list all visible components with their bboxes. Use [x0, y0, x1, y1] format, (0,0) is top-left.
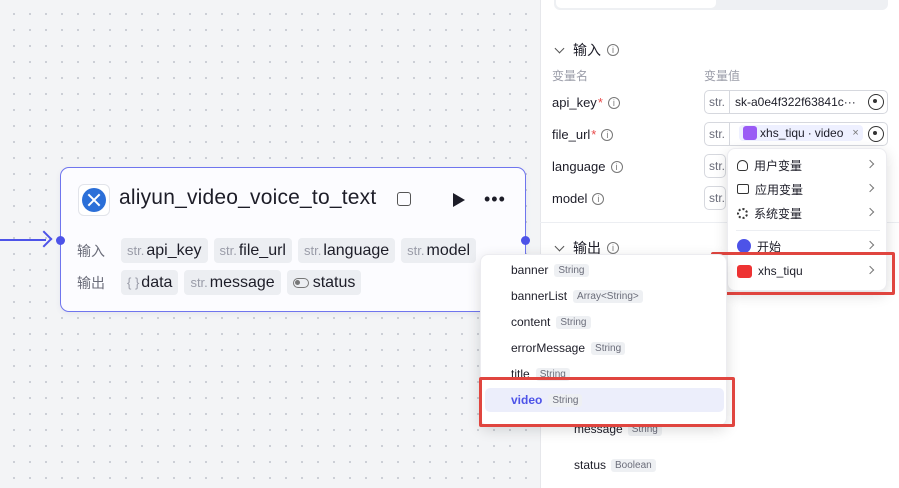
- plugin-logo: [78, 184, 110, 216]
- variable-ref-icon[interactable]: [868, 94, 884, 110]
- variable-ref-icon[interactable]: [868, 126, 884, 142]
- collapse-chevron-icon[interactable]: [554, 43, 565, 53]
- input-chip: str. model: [401, 238, 477, 263]
- field-item-banner[interactable]: banner String: [481, 258, 726, 282]
- input-chip: str. api_key: [121, 238, 208, 263]
- info-icon: i: [610, 160, 623, 173]
- variable-ref-chip[interactable]: xhs_tiqu · video ×: [739, 125, 863, 141]
- start-node-icon: [737, 239, 751, 253]
- info-icon: i: [607, 242, 619, 254]
- highlight-box: [711, 252, 895, 295]
- plugin-node-icon: [743, 126, 758, 140]
- collapse-chevron-icon[interactable]: [554, 241, 565, 251]
- info-icon: i: [607, 44, 619, 56]
- input-chip: str. language: [297, 238, 396, 263]
- node-outputs-row: 输出 { } data str. message status: [77, 270, 362, 295]
- field-item-errormessage[interactable]: errorMessage String: [481, 336, 726, 360]
- node-title: aliyun_video_voice_to_text: [119, 186, 377, 209]
- param-file-url: file_url * i: [552, 127, 614, 142]
- plugin-node[interactable]: aliyun_video_voice_to_text ••• 输入 str. ap…: [60, 167, 526, 312]
- output-chip: { } data: [121, 270, 179, 295]
- highlight-box: [479, 377, 735, 427]
- more-options-button[interactable]: •••: [484, 189, 506, 210]
- info-icon: i: [601, 128, 614, 141]
- api-key-value-field[interactable]: str. sk-a0e4f322f63841c···: [704, 90, 888, 114]
- info-icon: i: [607, 96, 620, 109]
- field-item-content[interactable]: content String: [481, 310, 726, 334]
- param-api-key: api_key * i: [552, 95, 620, 110]
- panel-tabs[interactable]: [554, 0, 888, 10]
- input-section-header[interactable]: 输入 i: [554, 40, 619, 60]
- language-value-field[interactable]: str.: [704, 154, 726, 178]
- model-value-field[interactable]: str.: [704, 186, 726, 210]
- node-inputs-row: 输入 str. api_key str. file_url str. language…: [77, 238, 477, 263]
- node-output-port[interactable]: [521, 236, 530, 245]
- gear-icon: [737, 207, 748, 219]
- input-chip: str. file_url: [213, 238, 292, 263]
- outputs-label: 输出: [77, 274, 105, 291]
- file-url-value-field[interactable]: str. xhs_tiqu · video ×: [704, 122, 888, 146]
- run-button[interactable]: [453, 193, 465, 207]
- boolean-icon: [292, 277, 309, 288]
- folder-icon: [737, 184, 749, 194]
- output-chip: str. message: [184, 270, 281, 295]
- plugin-type-icon: [397, 192, 411, 206]
- param-language: language i: [552, 159, 623, 174]
- menu-item-app-vars[interactable]: 应用变量: [728, 177, 886, 201]
- output-field-row: status Boolean: [574, 458, 656, 472]
- col-header-name: 变量名: [552, 69, 589, 83]
- menu-item-user-vars[interactable]: 用户变量: [728, 153, 886, 177]
- field-item-bannerlist[interactable]: bannerList Array<String>: [481, 284, 726, 308]
- node-input-port[interactable]: [56, 236, 65, 245]
- output-chip: status: [286, 270, 362, 295]
- menu-item-system-vars[interactable]: 系统变量: [728, 201, 886, 225]
- inputs-label: 输入: [77, 242, 105, 259]
- remove-ref-button[interactable]: ×: [852, 127, 858, 139]
- user-icon: [737, 159, 748, 171]
- info-icon: i: [592, 192, 605, 205]
- param-model: model i: [552, 191, 605, 206]
- col-header-value: 变量值: [704, 69, 741, 83]
